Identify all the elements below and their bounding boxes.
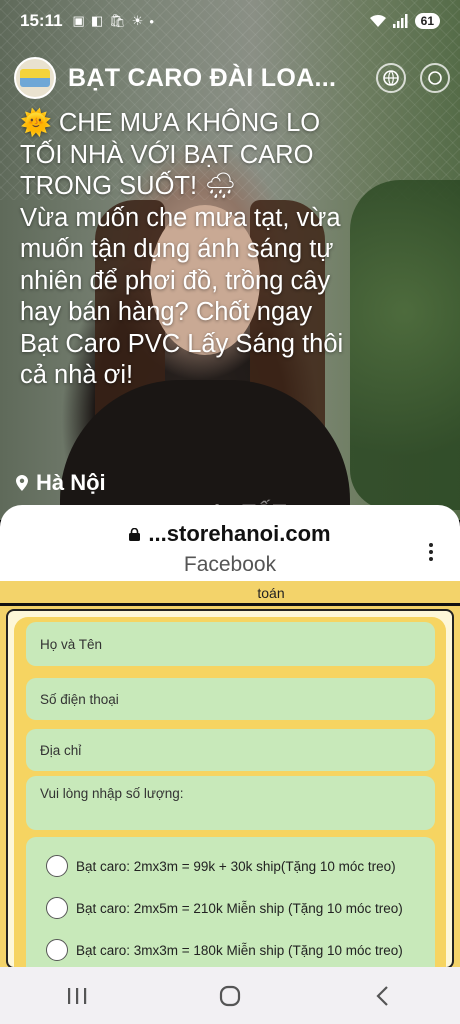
photo-icon: ▣ — [72, 13, 85, 28]
more-options-icon[interactable] — [420, 63, 450, 93]
divider — [0, 603, 460, 606]
status-time: 15:11 — [20, 11, 63, 30]
phone-field[interactable]: Số điện thoại — [26, 678, 435, 720]
brightness-icon: ☀ — [131, 13, 144, 28]
back-button[interactable] — [353, 976, 413, 1016]
system-nav-bar — [0, 967, 460, 1024]
caption-line: TRONG SUỐT! 🌧 — [20, 172, 237, 200]
post-header: BẠT CARO ĐÀI LOA... — [14, 56, 450, 100]
notification-icons: ▣ ◧ 🛍 ☀ • — [73, 13, 154, 29]
caption-line: cả nhà ơi! — [20, 361, 134, 389]
post-location[interactable]: Hà Nội — [16, 470, 106, 496]
radio-button[interactable] — [46, 855, 68, 877]
option-label: Bạt caro: 2mx3m = 99k + 30k ship(Tặng 10… — [76, 858, 396, 874]
page-name[interactable]: BẠT CARO ĐÀI LOA... — [68, 64, 336, 93]
sun-emoji-icon: 🌞 — [20, 109, 59, 137]
address-field[interactable]: Địa chỉ — [26, 729, 435, 771]
location-pin-icon — [16, 475, 28, 491]
battery-indicator: 61 — [414, 13, 440, 29]
home-icon — [219, 985, 241, 1006]
shopee-icon: 🛍 — [109, 13, 126, 28]
quantity-field[interactable]: Vui lòng nhập số lượng: — [26, 776, 435, 830]
product-option-radio[interactable]: Bạt caro: 3mx3m = 180k Miễn ship (Tặng 1… — [46, 939, 403, 961]
page-avatar[interactable] — [14, 57, 56, 99]
browser-header: ...storehanoi.com Facebook — [0, 505, 460, 581]
url-text: ...storehanoi.com — [148, 521, 331, 546]
rain-cloud-emoji-icon: 🌧 — [197, 172, 237, 200]
option-label: Bạt caro: 2mx5m = 210k Miễn ship (Tặng 1… — [76, 900, 403, 916]
option-label: Bạt caro: 3mx3m = 180k Miễn ship (Tặng 1… — [76, 942, 403, 958]
caption-line: Bạt Caro PVC Lấy Sáng thôi — [20, 329, 344, 358]
url-bar[interactable]: ...storehanoi.com — [0, 521, 460, 547]
caption-line: muốn tận dụng ánh sáng tự — [20, 235, 334, 263]
globe-icon[interactable] — [376, 63, 406, 93]
section-label: toán — [257, 585, 285, 601]
caption-line: TỐI NHÀ VỚI BẠT CARO — [20, 140, 314, 169]
post-caption: 🌞 CHE MƯA KHÔNG LO TỐI NHÀ VỚI BẠT CARO … — [20, 108, 420, 392]
status-bar: 15:11 ▣ ◧ 🛍 ☀ • 61 — [0, 0, 460, 42]
lock-icon — [129, 527, 141, 541]
name-field[interactable]: Họ và Tên — [26, 622, 435, 666]
product-option-radio[interactable]: Bạt caro: 2mx3m = 99k + 30k ship(Tặng 10… — [46, 855, 396, 877]
recent-apps-button[interactable] — [47, 976, 107, 1016]
status-right: 61 — [369, 13, 440, 29]
caption-line: Vừa muốn che mưa tạt, vừa — [20, 203, 341, 232]
caption-line: 🌞 CHE MƯA KHÔNG LO — [20, 109, 321, 137]
avatar-logo — [20, 69, 50, 87]
home-button[interactable] — [200, 976, 260, 1016]
dot-icon: • — [149, 13, 154, 29]
signal-icon — [392, 14, 408, 28]
back-chevron-icon — [376, 985, 389, 1006]
caption-line: nhiên để phơi đồ, trồng cây — [20, 266, 331, 295]
recent-apps-icon — [67, 987, 86, 1004]
caption-line: hay bán hàng? Chốt ngay — [20, 298, 313, 326]
kebab-menu-icon[interactable] — [428, 543, 434, 561]
storage-icon: ◧ — [90, 13, 104, 28]
radio-button[interactable] — [46, 897, 68, 919]
browser-subtitle: Facebook — [183, 553, 277, 576]
product-option-radio[interactable]: Bạt caro: 2mx5m = 210k Miễn ship (Tặng 1… — [46, 897, 403, 919]
radio-button[interactable] — [46, 939, 68, 961]
wifi-icon — [369, 14, 386, 27]
location-label: Hà Nội — [36, 470, 106, 495]
